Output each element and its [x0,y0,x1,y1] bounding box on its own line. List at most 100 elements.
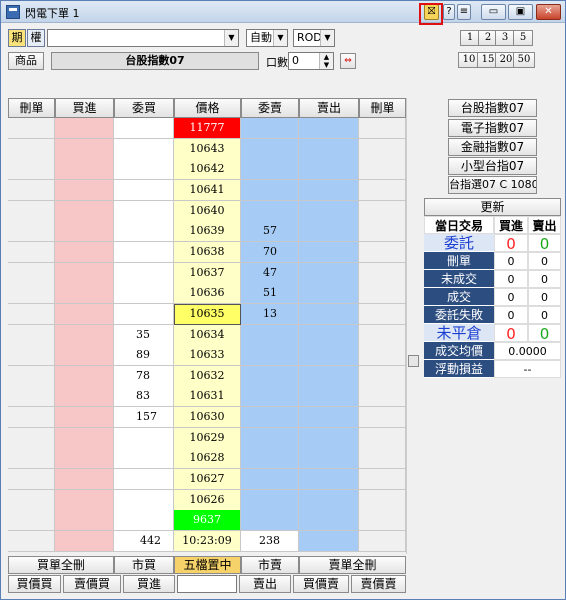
sell-cell[interactable] [299,262,359,284]
delete-sell-cell[interactable] [359,489,406,511]
delete-buy-cell[interactable] [8,489,55,511]
sell-cell[interactable] [299,200,359,222]
restore-button[interactable]: ▣ [508,4,533,20]
ask-qty-cell[interactable] [241,427,299,449]
delete-buy-cell[interactable] [8,283,55,305]
buy-cell[interactable] [55,221,114,243]
bid-price-buy-button[interactable]: 買價買 [8,575,61,593]
sell-cell[interactable] [299,179,359,201]
buy-cell[interactable] [55,489,114,511]
sell-cell[interactable] [299,407,359,429]
bid-qty-cell[interactable]: 35 [114,324,174,346]
delete-sell-cell[interactable] [359,427,406,449]
delete-buy-cell[interactable] [8,469,55,491]
buy-cell[interactable] [55,448,114,470]
product-button[interactable]: 商品 [8,52,44,70]
delete-buy-cell[interactable] [8,365,55,387]
ask-qty-cell[interactable]: 13 [241,303,299,325]
delete-sell-cell[interactable] [359,303,406,325]
delete-sell-cell[interactable] [359,469,406,491]
buy-cell[interactable] [55,386,114,408]
ask-price-sell-button[interactable]: 賣價賣 [351,575,406,593]
delete-sell-cell[interactable] [359,345,406,367]
bid-qty-cell[interactable] [114,221,174,243]
price-cell[interactable]: 10641 [174,179,241,201]
bid-qty-cell[interactable] [114,448,174,470]
ask-qty-cell[interactable] [241,200,299,222]
delete-sell-cell[interactable] [359,365,406,387]
delete-sell-cell[interactable] [359,407,406,429]
delete-buy-cell[interactable] [8,159,55,181]
bid-qty-cell[interactable] [114,159,174,181]
qty-preset-3[interactable]: 3 [495,30,515,46]
product-option[interactable]: 台指選07 C 10800 [448,176,537,194]
ask-qty-cell[interactable] [241,510,299,532]
sell-cell[interactable] [299,118,359,139]
spin-arrows-icon[interactable]: ▲ ▼ [319,53,333,69]
buy-cell[interactable] [55,303,114,325]
delete-sell-cell[interactable] [359,241,406,263]
price-cell[interactable]: 11777 [174,118,241,139]
price-cell[interactable]: 10633 [174,345,241,367]
ask-qty-cell[interactable] [241,386,299,408]
ask-price-buy-button[interactable]: 賣價買 [63,575,121,593]
buy-cell[interactable] [55,510,114,532]
sell-cell[interactable] [299,386,359,408]
sell-cell[interactable] [299,448,359,470]
product-taiex[interactable]: 台股指數07 [448,99,537,117]
bid-qty-cell[interactable] [114,138,174,160]
sell-cell[interactable] [299,324,359,346]
sell-cell[interactable] [299,159,359,181]
price-cell[interactable]: 10628 [174,448,241,470]
sell-cell[interactable] [299,303,359,325]
order-type-select[interactable]: ROD ▼ [293,29,335,47]
buy-cell[interactable] [55,345,114,367]
futures-toggle[interactable]: 期 [8,29,26,47]
delete-all-buy-button[interactable]: 買單全刪 [8,556,114,574]
ask-qty-cell[interactable]: 70 [241,241,299,263]
buy-cell[interactable] [55,138,114,160]
bid-qty-cell[interactable] [114,179,174,201]
qty-preset-50[interactable]: 50 [513,52,535,68]
delete-sell-cell[interactable] [359,283,406,305]
delete-sell-cell[interactable] [359,386,406,408]
market-buy-button[interactable]: 市買 [114,556,174,574]
options-toggle[interactable]: 權 [27,29,45,47]
delete-sell-cell[interactable] [359,510,406,532]
bid-qty-cell[interactable] [114,469,174,491]
buy-cell[interactable] [55,241,114,263]
help-icon[interactable]: ? [443,4,455,20]
minimize-button[interactable]: ▭ [481,4,506,20]
bid-qty-cell[interactable] [114,262,174,284]
price-cell[interactable]: 10631 [174,386,241,408]
buy-cell[interactable] [55,159,114,181]
price-cell[interactable]: 9637 [174,510,241,532]
price-cell[interactable]: 10638 [174,241,241,263]
scroll-thumb[interactable] [408,355,419,367]
order-mode-select[interactable]: 自動 ▼ [246,29,288,47]
price-cell[interactable]: 10632 [174,365,241,387]
ask-qty-cell[interactable] [241,407,299,429]
delete-buy-cell[interactable] [8,407,55,429]
sell-button[interactable]: 賣出 [239,575,291,593]
bid-qty-cell[interactable]: 78 [114,365,174,387]
delete-buy-cell[interactable] [8,118,55,139]
price-cell[interactable]: 10640 [174,200,241,222]
sell-cell[interactable] [299,469,359,491]
ask-qty-cell[interactable]: 57 [241,221,299,243]
ladder-scrollbar[interactable] [406,98,419,554]
ask-qty-cell[interactable]: 47 [241,262,299,284]
product-finance[interactable]: 金融指數07 [448,138,537,156]
delete-buy-cell[interactable] [8,427,55,449]
ask-qty-cell[interactable] [241,489,299,511]
sell-cell[interactable] [299,510,359,532]
sell-cell[interactable] [299,365,359,387]
delete-all-sell-button[interactable]: 賣單全刪 [299,556,406,574]
buy-cell[interactable] [55,262,114,284]
buy-cell[interactable] [55,407,114,429]
sell-cell[interactable] [299,489,359,511]
sell-cell[interactable] [299,138,359,160]
delete-sell-cell[interactable] [359,200,406,222]
delete-sell-cell[interactable] [359,324,406,346]
delete-buy-cell[interactable] [8,262,55,284]
